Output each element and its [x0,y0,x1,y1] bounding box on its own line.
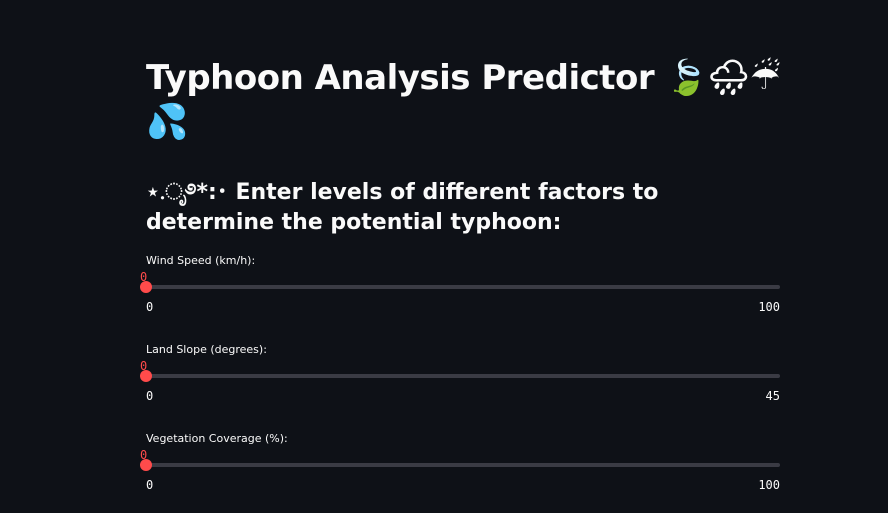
slider-label: Land Slope (degrees): [146,343,267,356]
slider-min-value: 0 [146,300,154,314]
main-content: Typhoon Analysis Predictor 🍃🌧☔💦 ⋆.ೃ࿔*:･ … [140,56,780,492]
slider-label: Vegetation Coverage (%): [146,432,288,445]
page-title: Typhoon Analysis Predictor 🍃🌧☔💦 [146,58,780,142]
slider-thumb[interactable] [140,370,152,382]
page-subtitle: ⋆.ೃ࿔*:･ Enter levels of different factor… [146,180,659,235]
slider-label: Wind Speed (km/h): [146,254,256,267]
slider-thumb[interactable] [140,459,152,471]
slider-track[interactable] [146,463,780,467]
slider-track[interactable] [146,285,780,289]
slider-land-slope[interactable]: Land Slope (degrees): 0 0 45 [140,343,780,423]
slider-min-value: 0 [146,389,154,403]
slider-max-value: 100 [758,300,780,314]
slider-wind-speed[interactable]: Wind Speed (km/h): 0 0 100 [140,254,780,334]
slider-vegetation-coverage[interactable]: Vegetation Coverage (%): 0 0 100 [140,432,780,512]
slider-max-value: 100 [758,478,780,492]
slider-min-value: 0 [146,478,154,492]
slider-thumb[interactable] [140,281,152,293]
slider-max-value: 45 [765,389,780,403]
slider-track[interactable] [146,374,780,378]
